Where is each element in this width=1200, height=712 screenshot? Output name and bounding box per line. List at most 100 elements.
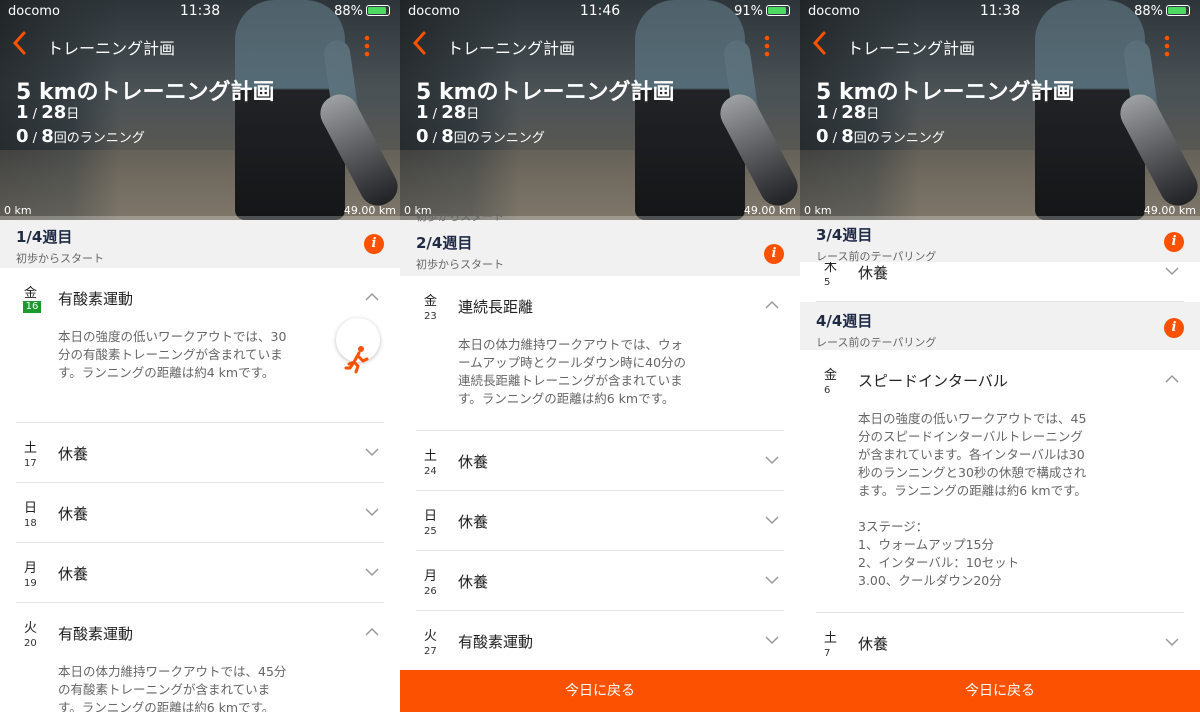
more-button[interactable]: [1160, 34, 1174, 58]
workout-name: 休養: [458, 453, 489, 471]
chevron-up-icon[interactable]: [364, 290, 380, 304]
chevron-down-icon[interactable]: [364, 505, 380, 519]
week-header: 3/4週目 レース前のテーパリング i: [800, 220, 1200, 263]
back-button[interactable]: [810, 30, 834, 60]
day-row[interactable]: 日 18 休養: [16, 483, 384, 543]
day-of-week: 日: [424, 509, 438, 524]
workout-name: 休養: [58, 565, 89, 583]
info-icon[interactable]: i: [1164, 318, 1184, 338]
info-icon[interactable]: i: [364, 234, 384, 254]
chevron-left-icon: [12, 31, 26, 55]
run-unit: 回のランニング: [853, 131, 945, 146]
day-date: 27: [424, 646, 437, 657]
day-separator: /: [428, 107, 442, 122]
panel-week-4: docomo 11:38 88% トレーニング計画 5 kmのトレーニング計画 …: [800, 0, 1200, 712]
battery-icon: [766, 5, 790, 16]
back-button[interactable]: [410, 30, 434, 60]
back-button[interactable]: [10, 30, 34, 60]
battery-indicator: 91%: [734, 4, 790, 19]
chevron-down-icon[interactable]: [764, 633, 780, 647]
workout-description: 本日の強度の低いワークアウトでは、30 分の有酸素トレーニングが含まれていま す…: [16, 318, 384, 423]
day-progress: 1 / 28日: [816, 102, 879, 123]
day-row[interactable]: 金 6 スピードインターバル: [816, 350, 1184, 410]
run-separator: /: [28, 131, 42, 146]
chevron-down-icon[interactable]: [1164, 635, 1180, 649]
day-row[interactable]: 月 19 休養: [16, 543, 384, 603]
back-to-today-button[interactable]: 今日に戻る: [800, 670, 1200, 712]
back-to-today-button[interactable]: 今日に戻る: [400, 670, 800, 712]
day-date: 7: [824, 648, 831, 659]
day-progress: 1 / 28日: [16, 102, 79, 123]
day-of-week: 火: [424, 629, 438, 644]
more-button[interactable]: [360, 34, 374, 58]
week-title: 4/4週目: [816, 312, 873, 330]
day-of-week: 土: [424, 449, 438, 464]
week-header: 4/4週目 レース前のテーパリング i: [800, 302, 1200, 350]
workout-name: 休養: [458, 573, 489, 591]
chevron-up-icon[interactable]: [764, 298, 780, 312]
chevron-down-icon[interactable]: [764, 573, 780, 587]
screenshot-collage: docomo 11:38 88% トレーニング計画 5 kmのトレーニング計画 …: [0, 0, 1200, 712]
day-current: 1: [416, 102, 429, 123]
day-row[interactable]: 火 27 有酸素運動: [416, 611, 784, 671]
info-icon[interactable]: i: [764, 244, 784, 264]
day-date: 26: [424, 586, 437, 597]
plan-list[interactable]: 初歩からスタート 2/4週目 初歩からスタート i 金 23 連続長距離 本日の…: [400, 214, 800, 671]
day-row[interactable]: 土 17 休養: [16, 423, 384, 483]
day-unit: 日: [866, 107, 880, 122]
day-total: 28: [41, 102, 67, 123]
start-run-button[interactable]: [336, 318, 380, 374]
chevron-up-icon[interactable]: [364, 625, 380, 639]
day-separator: /: [828, 107, 842, 122]
day-row[interactable]: 木 5 休養: [816, 262, 1184, 302]
workout-name: 連続長距離: [458, 298, 534, 316]
day-of-week: 月: [24, 561, 38, 576]
day-date: 23: [424, 311, 437, 322]
day-date: 18: [24, 518, 37, 529]
week-subtitle: レース前のテーパリング: [816, 336, 937, 349]
workout-name: スピードインターバル: [858, 372, 1008, 390]
plan-list[interactable]: 3/4週目 レース前のテーパリング i 木 5 休養 4/4週目 レース前のテー…: [800, 220, 1200, 673]
running-person-icon: [344, 346, 369, 374]
workout-description-text: 本日の強度の低いワークアウトでは、30 分の有酸素トレーニングが含まれていま す…: [58, 329, 287, 380]
day-row[interactable]: 日 25 休養: [416, 491, 784, 551]
previous-week-subtitle: 初歩からスタート: [416, 214, 504, 223]
chevron-down-icon[interactable]: [764, 513, 780, 527]
chevron-down-icon[interactable]: [1164, 264, 1180, 278]
chevron-left-icon: [412, 31, 426, 55]
more-button[interactable]: [760, 34, 774, 58]
distance-goal: 49.00 km: [343, 204, 396, 217]
day-row[interactable]: 火 20 有酸素運動: [16, 603, 384, 663]
nav-title: トレーニング計画: [447, 39, 576, 58]
battery-percent: 88%: [1134, 4, 1163, 19]
distance-start: 0 km: [4, 204, 32, 217]
chevron-down-icon[interactable]: [764, 453, 780, 467]
run-unit: 回のランニング: [53, 131, 145, 146]
day-card: 金 6 スピードインターバル 本日の強度の低いワークアウトでは、45 分のスピー…: [800, 350, 1200, 673]
day-date: 19: [24, 578, 37, 589]
run-current: 0: [16, 126, 29, 147]
run-progress: 0 / 8回のランニング: [16, 126, 145, 147]
run-current: 0: [816, 126, 829, 147]
day-row[interactable]: 金 16 有酸素運動: [16, 268, 384, 328]
chevron-up-icon[interactable]: [1164, 372, 1180, 386]
chevron-down-icon[interactable]: [364, 565, 380, 579]
day-separator: /: [28, 107, 42, 122]
day-row[interactable]: 金 23 連続長距離: [416, 276, 784, 336]
day-of-week: 火: [24, 621, 38, 636]
day-of-week: 月: [424, 569, 438, 584]
day-of-week: 木: [824, 262, 838, 275]
chevron-down-icon[interactable]: [364, 445, 380, 459]
day-of-week: 日: [24, 501, 38, 516]
day-current: 1: [816, 102, 829, 123]
workout-name: 休養: [858, 264, 889, 282]
week-title: 1/4週目: [16, 228, 73, 246]
day-date: 20: [24, 638, 37, 649]
info-icon[interactable]: i: [1164, 232, 1184, 252]
more-vertical-icon: [1164, 35, 1170, 57]
plan-list[interactable]: 1/4週目 初歩からスタート i 金 16 有酸素運動 本日の強度の低いワークア…: [0, 220, 400, 712]
day-row[interactable]: 土 24 休養: [416, 431, 784, 491]
day-card: 木 5 休養: [800, 262, 1200, 302]
day-row[interactable]: 土 7 休養: [816, 613, 1184, 673]
day-row[interactable]: 月 26 休養: [416, 551, 784, 611]
